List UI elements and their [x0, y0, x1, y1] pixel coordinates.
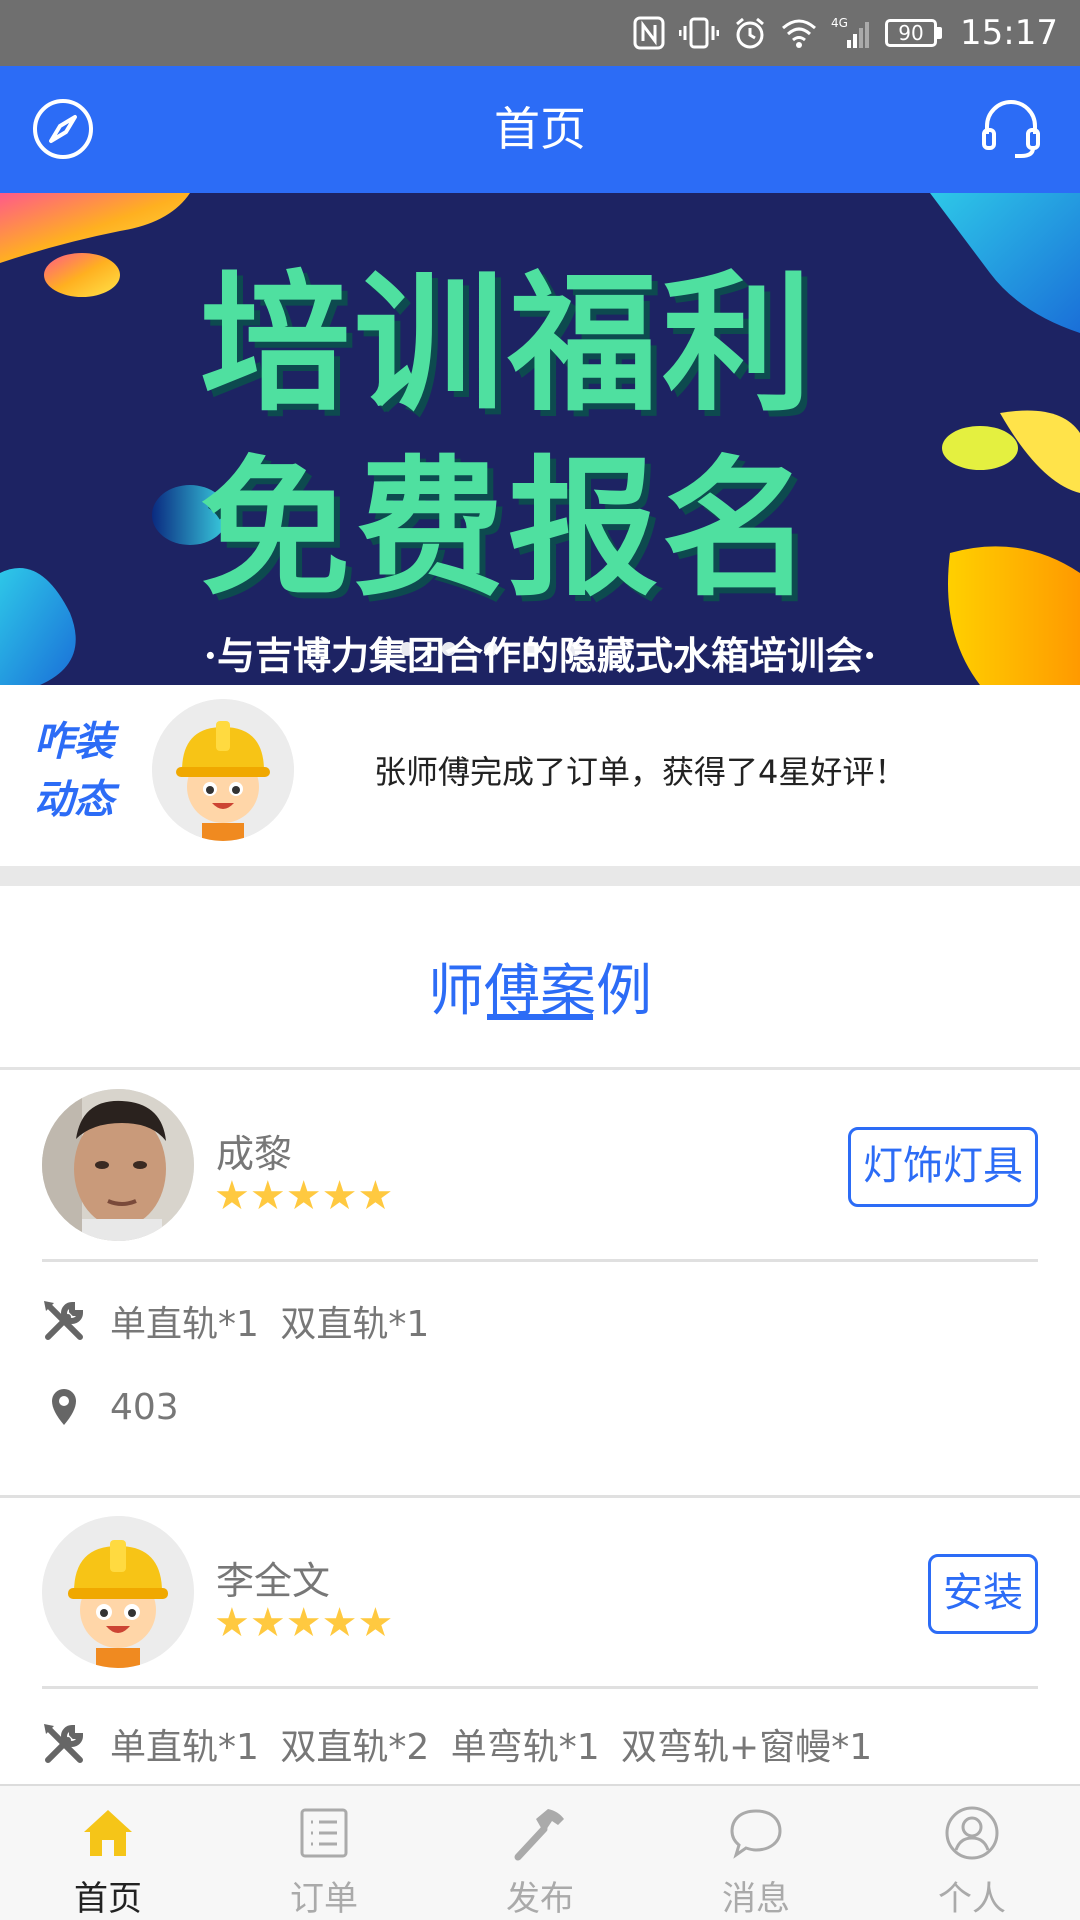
customer-service-button[interactable]: [978, 96, 1044, 162]
ticker-message: 张师傅完成了订单，获得了4星好评！: [374, 753, 907, 791]
section-separator: [0, 866, 1080, 886]
service-items: 单直轨*1 双直轨*2 单弯轨*1 双弯轨+窗幔*1: [42, 1718, 872, 1770]
service-items: 单直轨*1 双直轨*1: [42, 1295, 429, 1347]
signal-icon: 4G: [831, 16, 870, 48]
home-icon: [84, 1809, 132, 1856]
tab-label: 个人: [938, 1879, 1006, 1919]
case-card[interactable]: 李全文 ★★★★★ 安装 单直轨*1 双直轨*2 单弯轨*1 双弯轨+窗幔*1: [0, 1500, 1080, 1800]
status-icons: 4G 90 15:17: [633, 0, 1058, 66]
tab-label: 订单: [290, 1879, 358, 1919]
bottom-tab-bar: 首页 订单 发布 消息 个人: [0, 1784, 1080, 1920]
list-icon: [300, 1808, 348, 1857]
chat-icon: [730, 1808, 782, 1859]
wifi-icon: [782, 19, 817, 48]
alarm-icon: [736, 17, 764, 49]
pagination-dot: [442, 642, 456, 656]
vibrate-icon: [679, 17, 720, 49]
user-icon: [945, 1806, 999, 1859]
tab-messages[interactable]: 消息: [648, 1786, 864, 1920]
svg-text:4G: 4G: [831, 16, 848, 30]
page-title: 首页: [494, 102, 586, 156]
section-header: 师傅案例: [0, 886, 1080, 1070]
service-items-text: 单直轨*1 双直轨*1: [110, 1304, 430, 1345]
worker-avatar: [152, 699, 294, 841]
tab-label: 首页: [74, 1879, 142, 1919]
banner-pagination: [400, 642, 582, 656]
banner-headline-2: 免费报名: [200, 441, 817, 617]
category-tag[interactable]: 安装: [928, 1554, 1038, 1634]
location-text: 403: [110, 1386, 179, 1428]
service-items-text: 单直轨*1 双直轨*2 单弯轨*1 双弯轨+窗幔*1: [110, 1727, 873, 1768]
news-ticker[interactable]: 咋装 动态 张师傅完成了订单，获得了4星好评！: [0, 685, 1080, 866]
status-bar: 4G 90 15:17: [0, 0, 1080, 66]
battery-indicator: 90: [885, 19, 943, 47]
tab-publish[interactable]: 发布: [432, 1786, 648, 1920]
category-tag[interactable]: 灯饰灯具: [848, 1127, 1038, 1207]
promo-banner[interactable]: 培训福利 免费报名 ·与吉博力集团合作的隐藏式水箱培训会·: [0, 193, 1080, 685]
worker-name: 李全文: [216, 1559, 331, 1603]
app-header: 首页: [0, 66, 1080, 193]
tools-icon: [44, 1724, 84, 1763]
avatar: [42, 1516, 194, 1668]
pagination-dot: [400, 642, 414, 656]
tab-label: 消息: [722, 1879, 790, 1919]
avatar: [42, 1089, 194, 1241]
divider: [42, 1686, 1038, 1689]
tab-label: 发布: [506, 1879, 574, 1919]
tab-profile[interactable]: 个人: [864, 1786, 1080, 1920]
divider: [42, 1259, 1038, 1262]
section-title-underline: [487, 1014, 593, 1020]
case-card[interactable]: 成黎 ★★★★★ 灯饰灯具 单直轨*1 双直轨*1 403: [0, 1073, 1080, 1498]
pagination-dot: [568, 642, 582, 656]
headset-icon: [982, 100, 1040, 158]
worker-name: 成黎: [216, 1132, 293, 1176]
star-rating: ★★★★★: [214, 1600, 394, 1646]
location-pin-icon: [52, 1389, 76, 1425]
tools-icon: [44, 1301, 84, 1340]
tab-home[interactable]: 首页: [0, 1786, 216, 1920]
ticker-label: 咋装 动态: [34, 719, 114, 823]
hammer-icon: [514, 1808, 564, 1860]
battery-level: 90: [885, 19, 938, 47]
nfc-icon: [633, 16, 665, 50]
pagination-dot: [484, 642, 498, 656]
star-rating: ★★★★★: [214, 1173, 394, 1219]
pagination-dot: [526, 642, 540, 656]
service-location: 403: [42, 1385, 179, 1429]
status-time: 15:17: [960, 13, 1058, 53]
tab-orders[interactable]: 订单: [216, 1786, 432, 1920]
